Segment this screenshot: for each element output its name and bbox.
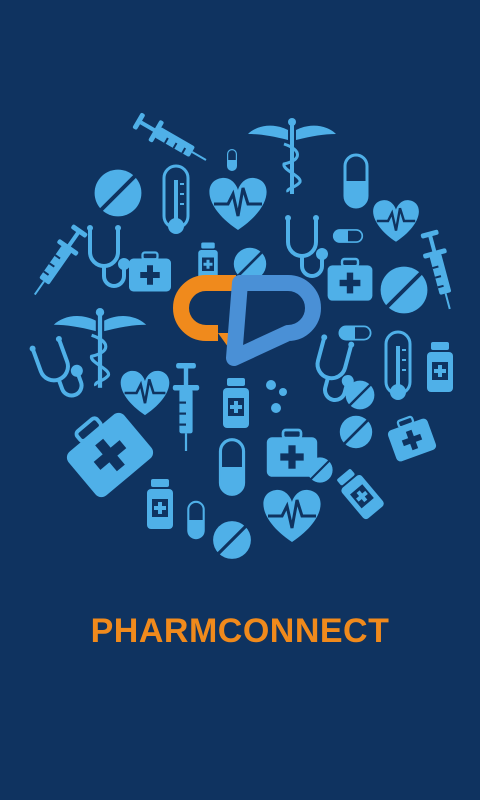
first-aid-kit-icon	[326, 257, 374, 302]
pill-icon	[378, 264, 430, 316]
thermometer-icon	[162, 164, 190, 236]
first-aid-kit-icon	[55, 399, 159, 503]
stethoscope-icon	[26, 330, 93, 407]
medicine-bottle-icon	[333, 465, 386, 521]
capsule-icon	[343, 153, 369, 209]
syringe-icon	[129, 108, 213, 172]
syringe-icon	[171, 361, 201, 453]
dot-icon	[271, 403, 281, 413]
capsule-icon	[332, 229, 364, 243]
heart-pulse-icon	[261, 488, 323, 544]
heart-pulse-icon	[371, 198, 421, 244]
dot-icon	[279, 388, 287, 396]
capsule-icon	[218, 438, 246, 496]
capsule-icon	[227, 149, 237, 171]
heart-pulse-icon	[207, 176, 269, 232]
dot-icon	[266, 380, 276, 390]
pill-link-logo	[173, 275, 321, 366]
first-aid-kit-icon	[383, 410, 439, 464]
app-name: PHARMCONNECT	[90, 612, 390, 650]
medicine-bottle-icon	[427, 342, 453, 392]
pill-icon	[338, 414, 374, 450]
pill-icon	[92, 167, 144, 219]
thermometer-icon	[384, 330, 412, 402]
heart-pulse-icon	[119, 369, 171, 417]
medicine-bottle-icon	[147, 479, 173, 529]
medicine-bottle-icon	[198, 242, 218, 280]
syringe-icon	[23, 221, 92, 303]
medicine-bottle-icon	[223, 378, 249, 428]
stethoscope-icon	[283, 213, 330, 278]
medical-icons-cluster	[23, 108, 463, 561]
capsule-icon	[187, 500, 205, 540]
splash-screen: PHARMCONNECT	[0, 0, 480, 800]
pill-icon	[306, 456, 334, 484]
first-aid-kit-icon	[127, 251, 173, 293]
stethoscope-icon	[85, 223, 132, 288]
pill-icon	[344, 379, 376, 411]
pill-icon	[211, 519, 253, 561]
capsule-icon	[338, 325, 372, 341]
